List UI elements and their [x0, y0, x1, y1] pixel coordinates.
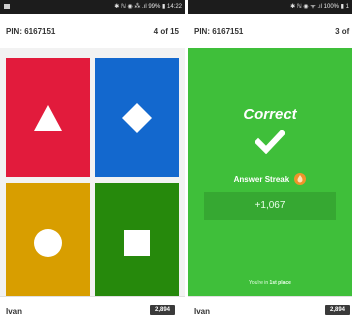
player-name: Ivan: [194, 307, 211, 316]
player-score: 2,894: [149, 305, 175, 315]
place-prefix: You're in: [249, 280, 269, 286]
place-message: You're in 1st place: [188, 280, 352, 286]
result-title: Correct: [243, 106, 297, 123]
answer-grid: [0, 48, 185, 302]
triangle-icon: [34, 104, 62, 131]
answer-square-button[interactable]: [95, 183, 179, 302]
place-value: 1st place: [269, 280, 291, 286]
game-header: PIN: 6167151 3 of 1: [188, 14, 352, 49]
circle-icon: [34, 228, 62, 257]
player-bar: Ivan 2,894: [0, 296, 185, 323]
question-progress: 3 of 1: [335, 27, 352, 36]
status-indicators: ✱ ℕ ◉ ⁂ .ıl 99% ▮ 14:22: [114, 4, 182, 10]
status-bar: ✱ ℕ ◉ ᯤ .ıl 100% ▮ 1: [188, 0, 352, 14]
result-screen: ✱ ℕ ◉ ᯤ .ıl 100% ▮ 1 PIN: 6167151 3 of 1…: [188, 0, 352, 323]
player-name: Ivan: [6, 307, 23, 316]
game-header: PIN: 6167151 4 of 15: [0, 14, 185, 49]
streak-label: Answer Streak: [233, 175, 290, 185]
status-indicators: ✱ ℕ ◉ ᯤ .ıl 100% ▮ 1: [290, 4, 349, 10]
answer-screen: ✱ ℕ ◉ ⁂ .ıl 99% ▮ 14:22 PIN: 6167151 4 o…: [0, 0, 185, 323]
diamond-icon: [122, 102, 152, 133]
square-icon: [124, 229, 150, 256]
streak-flame-icon: [294, 173, 307, 185]
game-pin: PIN: 6167151: [6, 27, 56, 36]
answer-streak: Answer Streak: [188, 173, 352, 186]
notification-icon: [4, 0, 10, 14]
player-score: 2,894: [324, 305, 350, 315]
correct-result-panel: Correct Answer Streak +1,067 You're in 1…: [188, 48, 352, 296]
game-pin: PIN: 6167151: [194, 27, 244, 36]
player-bar: Ivan 2,894: [188, 296, 352, 323]
answer-circle-button[interactable]: [6, 183, 90, 302]
question-progress: 4 of 15: [153, 27, 179, 36]
answer-triangle-button[interactable]: [6, 58, 90, 177]
checkmark-icon: [255, 130, 285, 154]
answer-diamond-button[interactable]: [95, 58, 179, 177]
status-bar: ✱ ℕ ◉ ⁂ .ıl 99% ▮ 14:22: [0, 0, 185, 14]
points-earned: +1,067: [204, 192, 336, 220]
